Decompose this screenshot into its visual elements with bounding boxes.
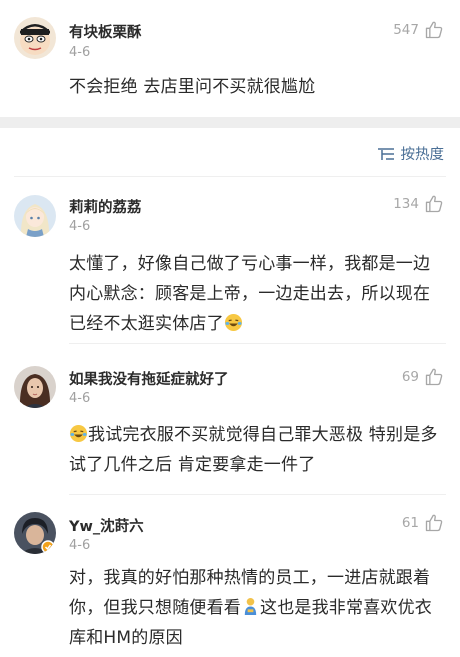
section-separator bbox=[0, 117, 460, 128]
username[interactable]: 莉莉的荔荔 bbox=[69, 196, 142, 217]
laughing-tears-emoji bbox=[224, 313, 242, 332]
comment-item: 有块板栗酥 4-6 547 不会拒绝 去店里问不买就很尴尬 bbox=[0, 0, 460, 117]
avatar-cartoon-image bbox=[14, 17, 56, 59]
laughing-tears-emoji bbox=[69, 424, 88, 443]
comment-text: 太懂了，好像自己做了亏心事一样，我都是一边内心默念：顾客是上帝，一边走出去，所以… bbox=[69, 249, 439, 339]
avatar-photo-image bbox=[14, 512, 56, 554]
username[interactable]: 如果我没有拖延症就好了 bbox=[69, 368, 229, 389]
comment-date: 4-6 bbox=[69, 538, 91, 553]
bowing-person-emoji bbox=[244, 597, 257, 616]
comment-text: 对，我真的好怕那种热情的员工，一进店就跟着你，但我只想随便看看 这也是我非常喜欢优… bbox=[69, 563, 439, 653]
comment-date: 4-6 bbox=[69, 45, 91, 60]
avatar-photo-image bbox=[14, 366, 56, 408]
comment-text-content: 不会拒绝 去店里问不买就很尴尬 bbox=[69, 77, 316, 97]
thumbs-up-icon bbox=[425, 195, 443, 213]
sort-by-hot-button[interactable]: 按热度 bbox=[377, 143, 445, 164]
avatar-anime-girl-image bbox=[14, 195, 56, 237]
like-count: 547 bbox=[393, 22, 419, 38]
sort-bar: 按热度 bbox=[0, 128, 460, 176]
like-button[interactable]: 61 bbox=[402, 513, 444, 533]
comment-item: Yw_沈莳六 4-6 61 对，我真的好怕那种热情的员工，一进店就跟着你，但我只… bbox=[0, 495, 460, 657]
thumbs-up-icon bbox=[425, 514, 443, 532]
comment-item: 如果我没有拖延症就好了 4-6 69 我试完衣服不买就觉得自己罪大恶极 特别是多… bbox=[0, 344, 460, 494]
thumbs-up-icon bbox=[425, 368, 443, 386]
like-count: 69 bbox=[401, 369, 419, 385]
avatar[interactable] bbox=[14, 17, 56, 59]
comment-text: 不会拒绝 去店里问不买就很尴尬 bbox=[69, 72, 439, 102]
like-button[interactable]: 547 bbox=[393, 20, 444, 40]
avatar[interactable] bbox=[14, 195, 56, 237]
like-count: 134 bbox=[393, 196, 419, 212]
comment-date: 4-6 bbox=[69, 391, 91, 406]
like-button[interactable]: 134 bbox=[393, 194, 444, 214]
like-count: 61 bbox=[401, 515, 419, 531]
comment-date: 4-6 bbox=[69, 219, 91, 234]
like-button[interactable]: 69 bbox=[402, 367, 444, 387]
username[interactable]: Yw_沈莳六 bbox=[69, 515, 144, 536]
avatar[interactable] bbox=[14, 512, 56, 554]
comment-text-content: 我试完衣服不买就觉得自己罪大恶极 特别是多试了几件之后 肯定要拿走一件了 bbox=[69, 425, 438, 475]
sort-label: 按热度 bbox=[400, 147, 445, 163]
comment-item: 莉莉的荔荔 4-6 134 太懂了，好像自己做了亏心事一样，我都是一边内心默念：… bbox=[0, 177, 460, 343]
avatar[interactable] bbox=[14, 366, 56, 408]
thumbs-up-icon bbox=[425, 21, 443, 39]
sort-lines-icon bbox=[377, 147, 394, 160]
comment-text: 我试完衣服不买就觉得自己罪大恶极 特别是多试了几件之后 肯定要拿走一件了 bbox=[69, 420, 439, 480]
username[interactable]: 有块板栗酥 bbox=[69, 21, 142, 42]
comment-text-content: 太懂了，好像自己做了亏心事一样，我都是一边内心默念：顾客是上帝，一边走出去，所以… bbox=[69, 254, 431, 334]
